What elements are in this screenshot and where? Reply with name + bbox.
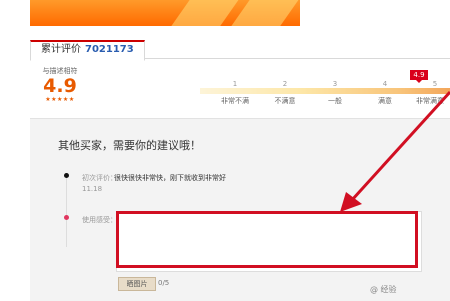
rating-scale-bar — [200, 88, 450, 94]
first-review-date: 11.18 — [82, 185, 103, 193]
timeline-dot-usage — [64, 215, 69, 220]
watermark: @ 经验 — [370, 285, 397, 294]
promo-banner — [30, 0, 300, 26]
star-rating: ★★★★★ — [45, 96, 75, 103]
scale-label: 不满意 — [274, 97, 296, 105]
scale-label: 非常满意 — [416, 97, 444, 105]
scale-label: 满意 — [378, 97, 392, 105]
score-marker: 4.9 — [410, 70, 428, 83]
scale-label: 非常不满 — [221, 97, 249, 105]
scale-tick: 1 — [232, 80, 238, 88]
first-review-text: 很快很快非常快，刚下就收到非常好 — [114, 174, 226, 182]
rating-scale: 1 2 3 4 5 非常不满 不满意 一般 满意 非常满意 — [200, 80, 450, 110]
first-review-label: 初次评价： — [82, 174, 117, 182]
scale-label: 一般 — [328, 97, 342, 105]
review-count: 7021173 — [85, 44, 134, 55]
panel-title: 其他买家，需要你的建议哦！ — [58, 139, 201, 152]
usage-label: 使用感受： — [82, 216, 117, 224]
usage-feedback-input[interactable] — [116, 211, 422, 272]
scale-tick: 4 — [382, 80, 388, 88]
timeline-line — [66, 177, 67, 247]
tab-label: 累计评价 — [41, 44, 81, 55]
tab-cumulative-reviews[interactable]: 累计评价 7021173 — [30, 40, 145, 61]
scale-tick: 2 — [282, 80, 288, 88]
photo-counter: 0/5 — [158, 279, 170, 287]
scale-tick: 5 — [432, 80, 438, 88]
timeline-dot-first — [64, 173, 69, 178]
review-panel: 其他买家，需要你的建议哦！ 初次评价： 很快很快非常快，刚下就收到非常好 11.… — [30, 118, 450, 301]
score-summary: 与描述相符 4.9 ★★★★★ — [30, 66, 90, 110]
scale-tick: 3 — [332, 80, 338, 88]
upload-photo-button[interactable]: 晒图片 — [118, 277, 156, 291]
score-value: 4.9 — [43, 75, 77, 97]
tab-bar: 累计评价 7021173 — [30, 40, 450, 61]
